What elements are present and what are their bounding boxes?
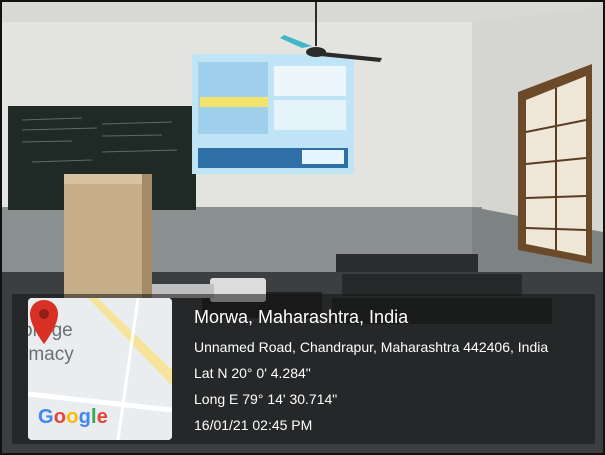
place-name: Morwa, Maharashtra, India <box>194 307 409 327</box>
map-pin-icon <box>30 300 58 344</box>
google-logo: Google <box>38 406 109 428</box>
map-label: rmacy <box>28 344 74 365</box>
bench <box>336 254 478 272</box>
geotag-overlay: ollege rmacy Google Morwa, Maharashtra, … <box>12 294 595 444</box>
latitude: Lat N 20° 0' 4.284" <box>194 365 311 381</box>
address: Unnamed Road, Chandrapur, Maharashtra 44… <box>194 339 549 355</box>
datetime: 16/01/21 02:45 PM <box>194 417 313 433</box>
location-map: ollege rmacy Google <box>28 298 172 440</box>
longitude: Long E 79° 14' 30.714" <box>194 391 338 407</box>
lectern <box>64 174 152 299</box>
geotag-text: Morwa, Maharashtra, India Unnamed Road, … <box>194 304 548 436</box>
photo-frame: ollege rmacy Google Morwa, Maharashtra, … <box>0 0 605 455</box>
